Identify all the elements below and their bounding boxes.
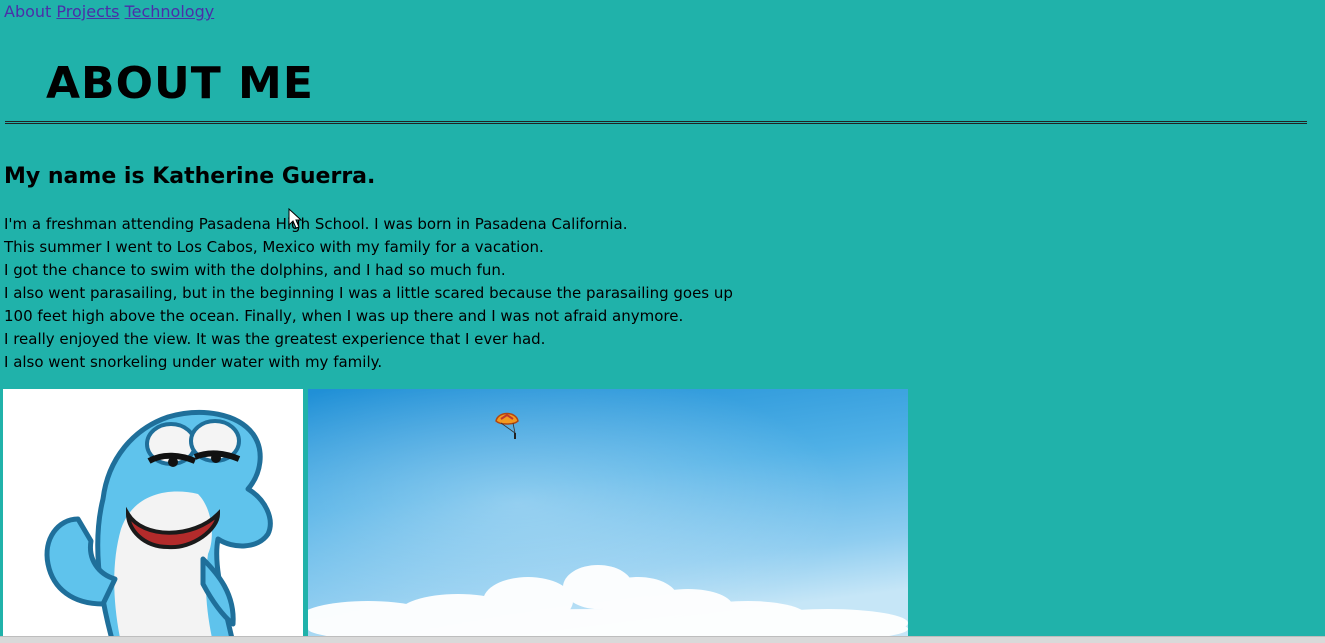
sky-photo — [308, 389, 908, 643]
title-divider — [5, 121, 1307, 124]
bio-line: I'm a freshman attending Pasadena High S… — [4, 215, 628, 233]
top-nav: About Projects Technology — [4, 2, 214, 22]
window-bottom-edge — [0, 636, 1325, 643]
dolphin-illustration — [44, 409, 273, 643]
bio-line: This summer I went to Los Cabos, Mexico … — [4, 238, 544, 256]
page-title: ABOUT ME — [46, 58, 314, 109]
parasailing-image — [308, 389, 908, 643]
intro-heading: My name is Katherine Guerra. — [4, 164, 376, 189]
bio-text: I'm a freshman attending Pasadena High S… — [4, 213, 733, 374]
nav-link-about[interactable]: About — [4, 2, 51, 21]
nav-link-projects[interactable]: Projects — [56, 2, 119, 21]
bio-line: 100 feet high above the ocean. Finally, … — [4, 307, 684, 325]
arrow-cursor-icon — [288, 208, 302, 229]
bio-line: I also went parasailing, but in the begi… — [4, 284, 733, 302]
dolphin-image — [3, 389, 303, 643]
page: About Projects Technology ABOUT ME My na… — [0, 0, 1325, 643]
nav-link-technology[interactable]: Technology — [125, 2, 215, 21]
bio-line: I got the chance to swim with the dolphi… — [4, 261, 506, 279]
bio-line: I really enjoyed the view. It was the gr… — [4, 330, 546, 348]
bio-line: I also went snorkeling under water with … — [4, 353, 383, 371]
